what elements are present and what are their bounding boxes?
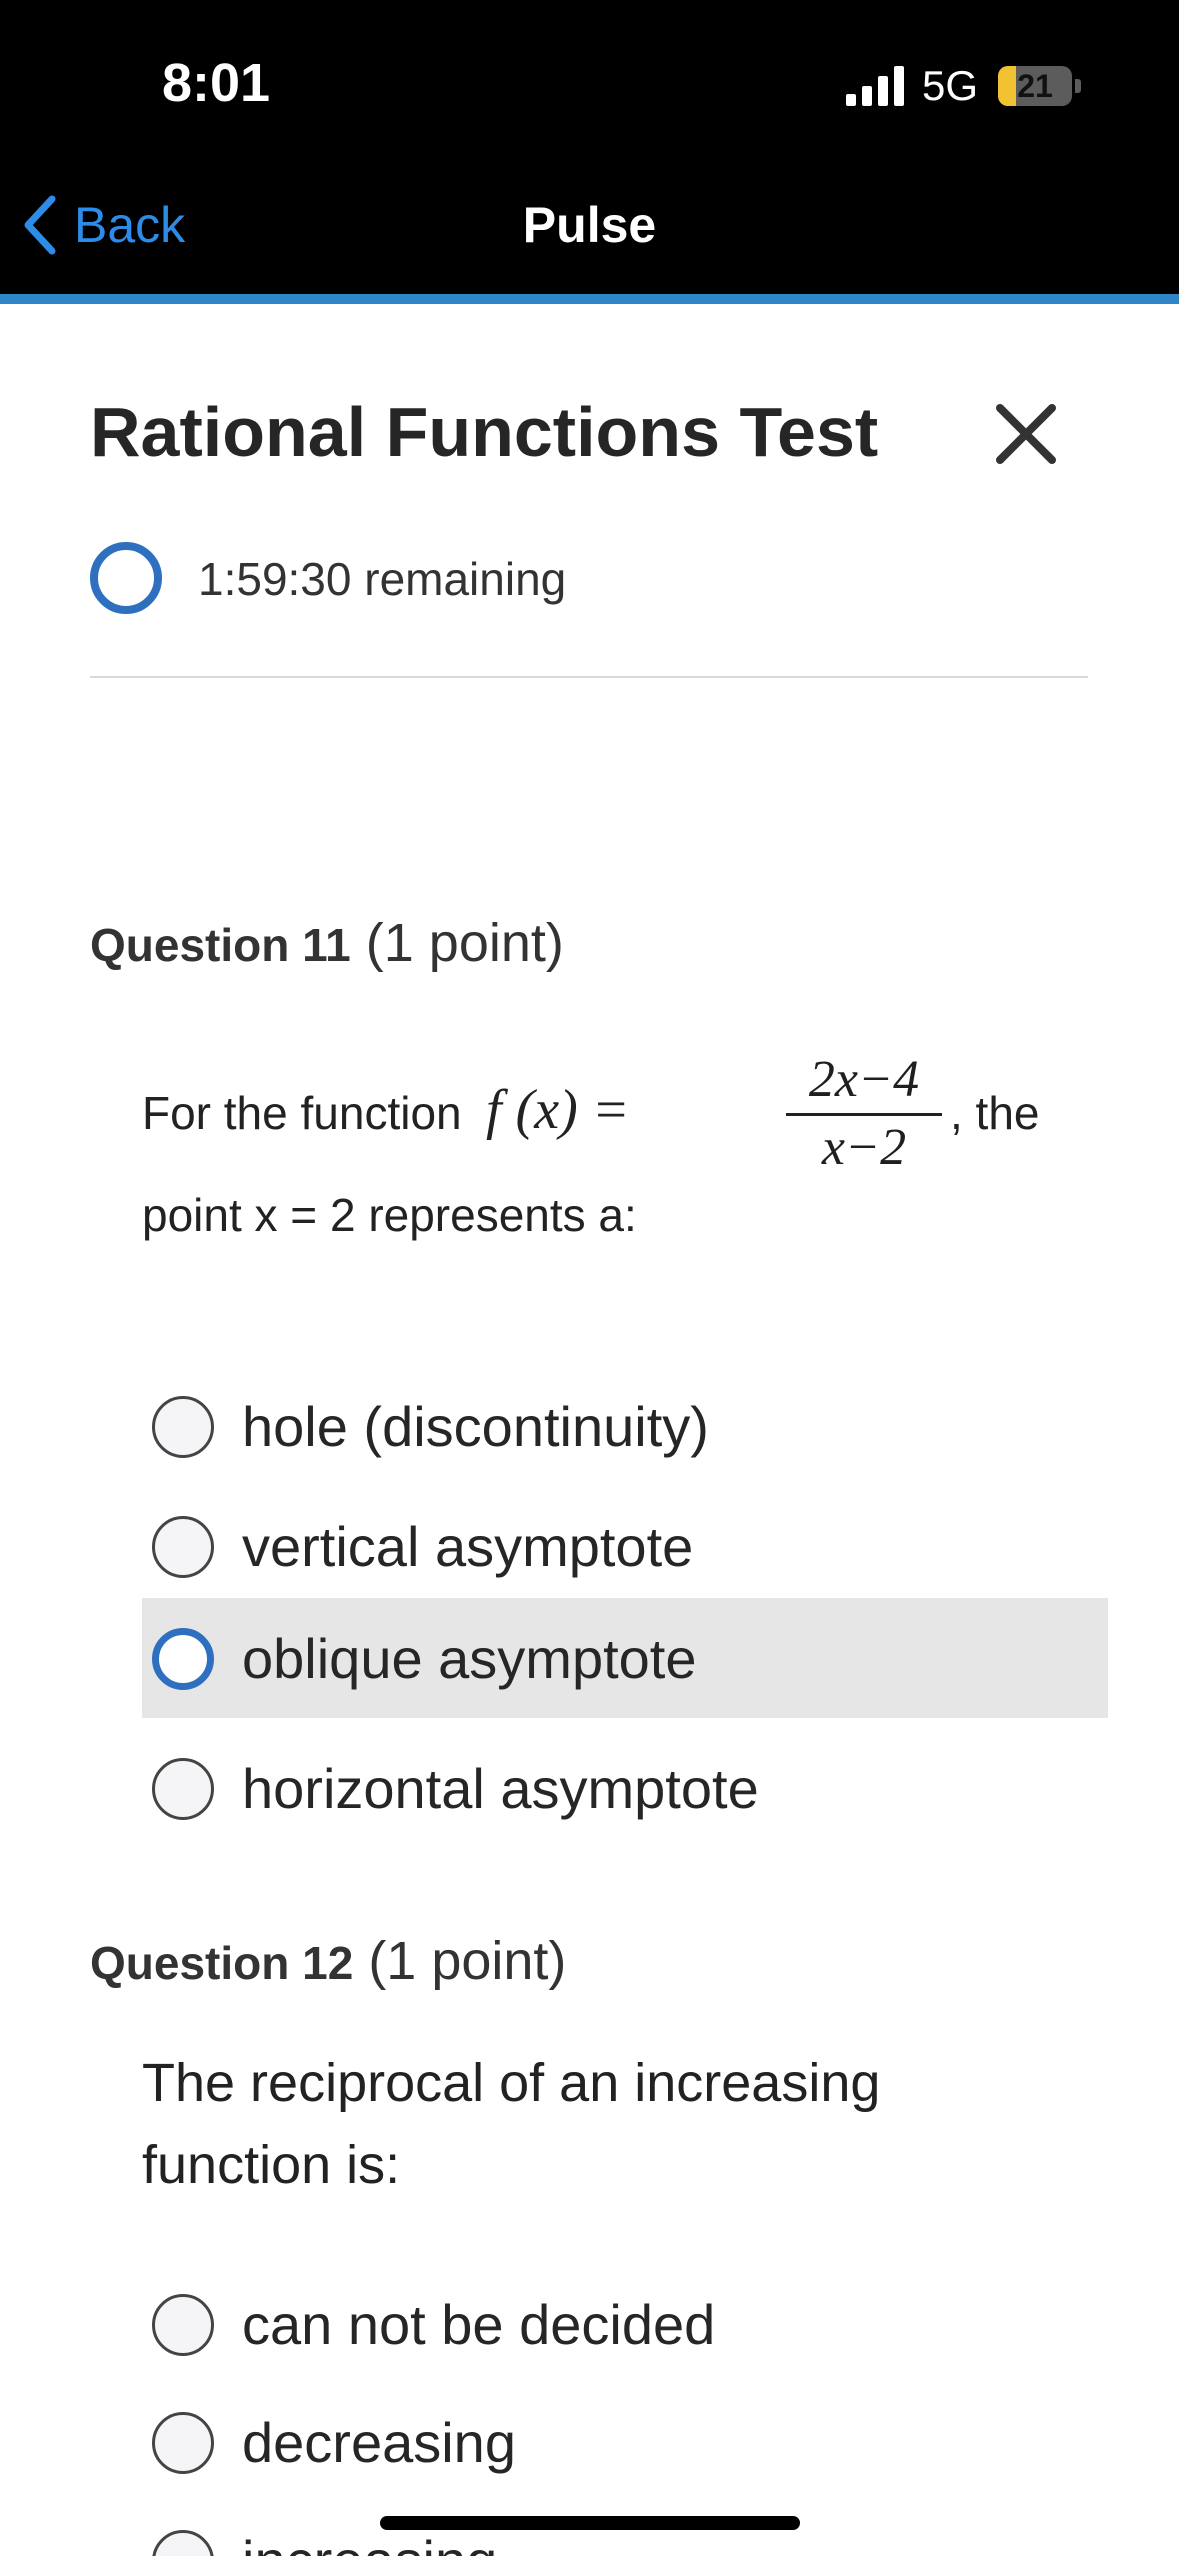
question-11-heading: Question 11 (1 point) [90, 912, 564, 974]
status-time: 8:01 [162, 53, 271, 113]
question-11-text-line2: point x = 2 represents a: [142, 1189, 637, 1241]
formula-numerator: 2x−4 [786, 1050, 942, 1116]
divider [90, 676, 1088, 678]
formula-lhs: f (x) = [486, 1079, 630, 1141]
close-icon [996, 404, 1056, 464]
question-points: (1 point) [365, 913, 564, 973]
formula-fraction: 2x−4 x−2 [786, 1050, 942, 1177]
radio-button[interactable] [152, 1516, 214, 1578]
radio-button[interactable] [152, 1396, 214, 1458]
radio-button[interactable] [152, 2530, 214, 2556]
answer-option[interactable]: vertical asymptote [142, 1486, 1108, 1606]
question-points: (1 point) [368, 1931, 567, 1991]
battery-level: 21 [1017, 68, 1053, 104]
radio-button[interactable] [152, 2412, 214, 2474]
radio-button-selected[interactable] [152, 1628, 214, 1690]
answer-option[interactable]: horizontal asymptote [142, 1728, 1108, 1848]
page-title: Rational Functions Test [90, 393, 879, 471]
answer-label: horizontal asymptote [242, 1757, 759, 1820]
nav-title: Pulse [522, 197, 657, 253]
answer-option-selected[interactable]: oblique asymptote [142, 1598, 1108, 1718]
battery-icon: 21 [998, 66, 1072, 106]
formula-denominator: x−2 [821, 1119, 907, 1176]
radio-button[interactable] [152, 2294, 214, 2356]
network-type: 5G [922, 62, 979, 109]
answer-option[interactable]: decreasing [142, 2382, 1108, 2502]
answer-label: can not be decided [242, 2293, 716, 2356]
timer-text: 1:59:30 remaining [198, 553, 567, 605]
question-11-text-start: For the function [142, 1087, 462, 1139]
answer-label: vertical asymptote [242, 1515, 694, 1578]
battery-tip [1075, 79, 1081, 93]
answer-option[interactable]: hole (discontinuity) [142, 1366, 1108, 1486]
question-number: Question 11 [90, 919, 351, 971]
timer-icon [90, 542, 162, 614]
question-11-text-after: , the [950, 1087, 1040, 1139]
answer-label: decreasing [242, 2411, 516, 2474]
answer-label: hole (discontinuity) [242, 1395, 709, 1458]
question-number: Question 12 [90, 1937, 354, 1989]
question-12-text-line2: function is: [142, 2135, 401, 2195]
question-12-text-line1: The reciprocal of an increasing [142, 2053, 881, 2113]
close-button[interactable] [994, 402, 1058, 466]
header-accent-line [0, 294, 1179, 304]
answer-label: oblique asymptote [242, 1627, 697, 1690]
radio-button[interactable] [152, 1758, 214, 1820]
signal-icon [846, 66, 904, 106]
answer-label: increasing [242, 2528, 497, 2556]
home-indicator[interactable] [380, 2516, 800, 2530]
answer-option[interactable]: can not be decided [142, 2264, 1108, 2384]
question-12-heading: Question 12 (1 point) [90, 1930, 566, 1992]
